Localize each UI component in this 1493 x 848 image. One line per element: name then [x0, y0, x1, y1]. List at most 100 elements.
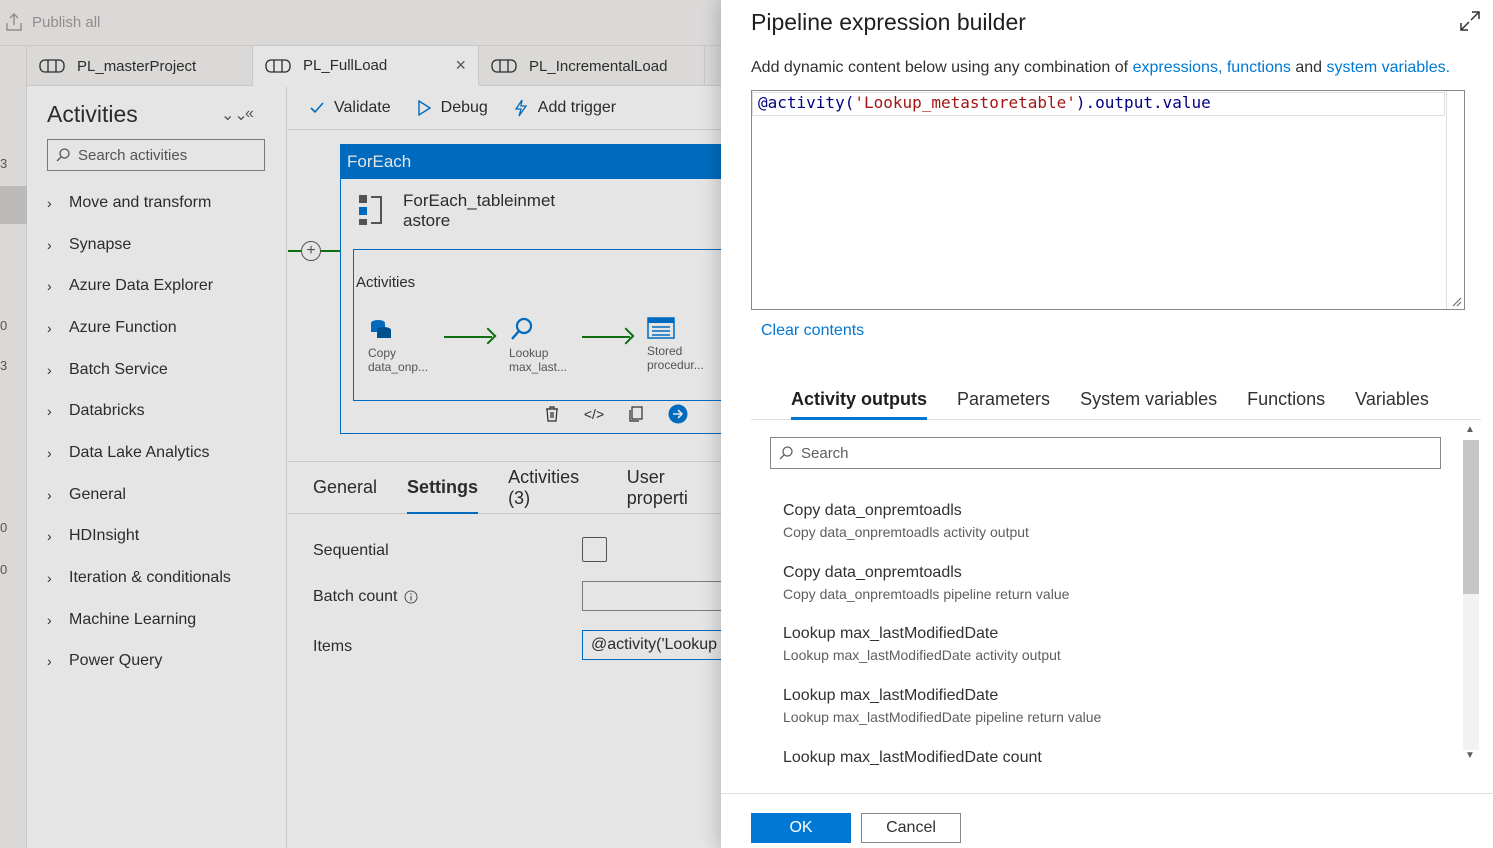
publish-icon — [6, 13, 22, 31]
category-item[interactable]: › Synapse — [47, 224, 231, 266]
publish-all-button[interactable]: Publish all — [6, 13, 100, 31]
activities-title: Activities — [47, 101, 138, 127]
delete-icon[interactable] — [541, 403, 563, 425]
properties-tabs: General Settings Activities (3) User pro… — [288, 462, 721, 514]
validate-label: Validate — [334, 99, 391, 116]
foreach-activity-box[interactable]: ForEach ForEach_tableinmet astore Activi… — [340, 144, 721, 434]
list-item[interactable]: Lookup max_lastModifiedDate Lookup max_l… — [783, 685, 1443, 747]
outputs-scrollbar[interactable]: ▲ ▼ — [1461, 420, 1481, 768]
editor-scrollbar[interactable] — [1446, 91, 1464, 309]
tab-parameters[interactable]: Parameters — [957, 378, 1050, 420]
foreach-name: ForEach_tableinmet astore — [403, 191, 583, 231]
rail-mark: 0 — [0, 318, 8, 333]
category-item[interactable]: › Azure Function — [47, 307, 231, 349]
code-icon[interactable]: </> — [583, 403, 605, 425]
add-connection-icon[interactable]: + — [301, 241, 321, 261]
canvas-toolbar: Validate Debug Add trigger — [288, 87, 721, 130]
code-token: @activity( — [758, 93, 855, 112]
tab-pl-fullload[interactable]: PL_FullLoad × — [253, 46, 479, 86]
tab-activity-outputs[interactable]: Activity outputs — [791, 378, 928, 420]
category-label: Databricks — [69, 402, 145, 420]
scroll-down-icon[interactable]: ▼ — [1465, 750, 1475, 761]
outputs-search-input[interactable]: Search — [770, 437, 1441, 469]
search-icon — [56, 148, 70, 162]
lookup-node[interactable]: Lookup max_last... — [509, 316, 579, 374]
tab-functions[interactable]: Functions — [1247, 378, 1325, 420]
category-item[interactable]: › Databricks — [47, 390, 231, 432]
output-subtitle: Lookup max_lastModifiedDate activity out… — [783, 647, 1061, 664]
expand-icon[interactable] — [1459, 10, 1481, 32]
tab-variables[interactable]: Variables — [1355, 378, 1429, 420]
clone-icon[interactable] — [625, 403, 647, 425]
expression-editor[interactable]: @activity('Lookup_metastoretable').outpu… — [751, 90, 1465, 310]
go-arrow-icon[interactable] — [667, 403, 689, 425]
publish-all-label: Publish all — [32, 13, 101, 31]
category-item[interactable]: › Power Query — [47, 641, 231, 683]
category-item[interactable]: › Machine Learning — [47, 599, 231, 641]
tab-pl-masterproject[interactable]: PL_masterProject — [27, 46, 253, 86]
list-item[interactable]: Copy data_onpremtoadls Copy data_onpremt… — [783, 500, 1443, 562]
chevron-right-icon: › — [47, 194, 52, 211]
tab-activities[interactable]: Activities (3) — [508, 462, 597, 514]
resize-handle-icon[interactable] — [1452, 297, 1462, 307]
hide-pane-icon[interactable]: « — [245, 105, 254, 123]
checkmark-icon — [310, 102, 324, 114]
copy-data-node[interactable]: Copy data_onp... — [368, 316, 438, 374]
debug-label: Debug — [440, 99, 488, 116]
category-item[interactable]: › HDInsight — [47, 516, 231, 558]
category-item[interactable]: › Move and transform — [47, 182, 231, 224]
tab-user-properties[interactable]: User properti — [627, 462, 721, 514]
list-item[interactable]: Lookup max_lastModifiedDate Lookup max_l… — [783, 623, 1443, 685]
category-item[interactable]: › Azure Data Explorer — [47, 265, 231, 307]
tab-system-variables[interactable]: System variables — [1080, 378, 1217, 420]
batch-count-input[interactable] — [582, 581, 721, 611]
expressions-link[interactable]: expressions, — [1133, 59, 1223, 76]
collapse-all-icon[interactable]: ⌄⌄ — [221, 105, 248, 125]
scroll-up-icon[interactable]: ▲ — [1465, 424, 1475, 435]
items-input[interactable]: @activity('Lookup — [582, 630, 721, 660]
category-label: Data Lake Analytics — [69, 443, 210, 461]
success-arrow — [582, 336, 630, 338]
foreach-name-line: ForEach_tableinmet — [403, 191, 556, 210]
category-item[interactable]: › Iteration & conditionals — [47, 557, 231, 599]
stored-procedure-node[interactable]: Stored procedur... — [647, 316, 717, 372]
list-item[interactable]: Lookup max_lastModifiedDate count — [783, 747, 1443, 768]
close-tab-icon[interactable]: × — [455, 55, 466, 76]
sequential-checkbox[interactable] — [582, 537, 607, 562]
batch-count-row: Batch count — [313, 588, 418, 606]
search-activities-input[interactable]: Search activities — [47, 139, 265, 171]
foreach-header: ForEach — [341, 145, 721, 179]
tab-general[interactable]: General — [313, 462, 377, 514]
category-item[interactable]: › Batch Service — [47, 349, 231, 391]
scroll-thumb[interactable] — [1463, 440, 1479, 594]
list-item[interactable]: Copy data_onpremtoadls Copy data_onpremt… — [783, 562, 1443, 624]
background-app: Publish all 3 0 3 0 0 PL_masterProject P… — [0, 0, 721, 848]
chevron-right-icon: › — [47, 403, 52, 420]
tab-pl-incrementalload[interactable]: PL_IncrementalLoad — [479, 46, 705, 86]
add-trigger-button[interactable]: Add trigger — [512, 99, 616, 117]
chevron-right-icon: › — [47, 361, 52, 378]
pipeline-icon — [39, 59, 65, 73]
pipeline-canvas[interactable]: Validate Debug Add trigger + ForEach For… — [288, 87, 721, 460]
rail-selected-item[interactable] — [0, 186, 27, 224]
chevron-right-icon: › — [47, 444, 52, 461]
category-item[interactable]: › Data Lake Analytics — [47, 432, 231, 474]
functions-link[interactable]: functions — [1227, 59, 1291, 76]
tab-settings[interactable]: Settings — [407, 462, 479, 514]
lookup-icon — [511, 317, 533, 340]
dialog-title: Pipeline expression builder — [751, 9, 1026, 35]
code-token: ).output.value — [1075, 93, 1211, 112]
ok-button[interactable]: OK — [751, 813, 851, 843]
desc-text: Add dynamic content below using any comb… — [751, 59, 1133, 76]
debug-button[interactable]: Debug — [415, 99, 488, 117]
cancel-button[interactable]: Cancel — [861, 813, 961, 843]
category-item[interactable]: › General — [47, 474, 231, 516]
code-string-token: 'Lookup_metastoretable' — [854, 93, 1076, 112]
system-variables-link[interactable]: system variables. — [1326, 59, 1450, 76]
clear-contents-link[interactable]: Clear contents — [761, 322, 864, 340]
validate-button[interactable]: Validate — [308, 99, 391, 117]
lightning-icon — [514, 99, 528, 117]
desc-and: and — [1290, 59, 1327, 76]
foreach-actions: </> — [541, 403, 689, 425]
category-label: HDInsight — [69, 527, 140, 545]
